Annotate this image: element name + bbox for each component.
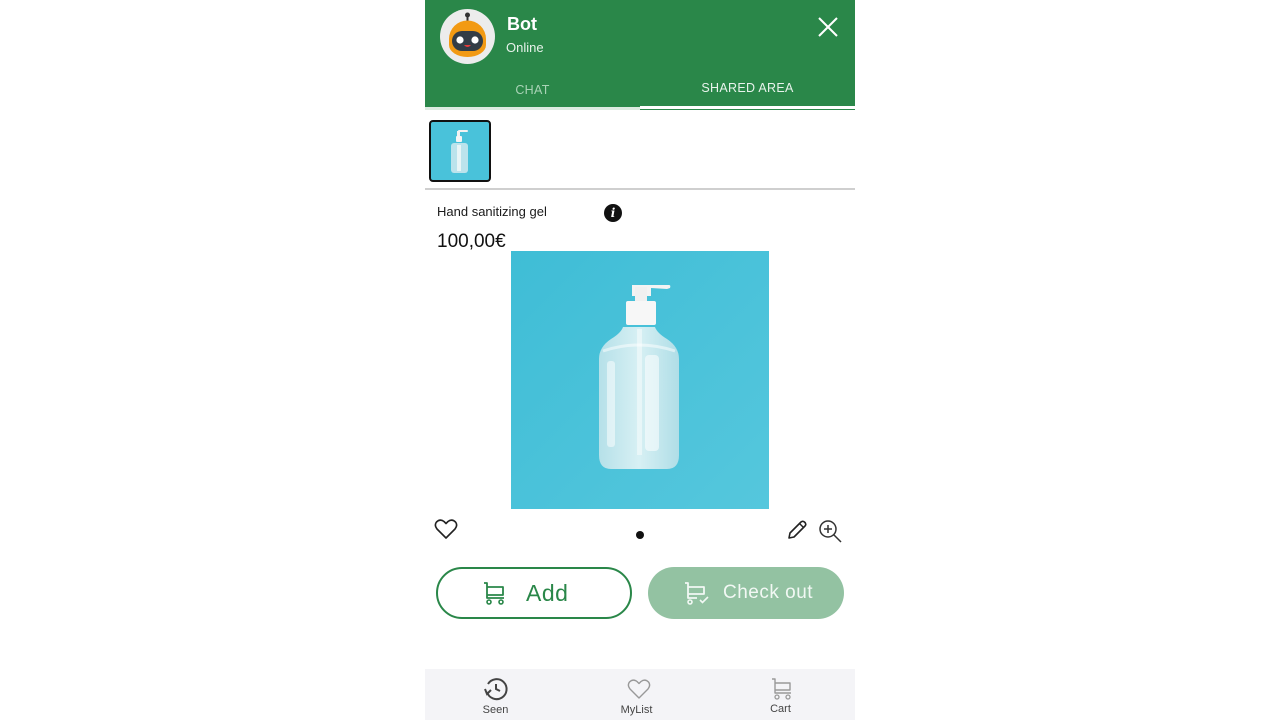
add-button-label: Add	[526, 579, 569, 606]
cart-icon	[769, 676, 795, 702]
info-icon[interactable]: i	[604, 204, 622, 222]
nav-mylist-label: MyList	[620, 704, 653, 716]
tab-chat-underline	[425, 107, 640, 110]
nav-seen-label: Seen	[482, 704, 509, 716]
heart-icon[interactable]	[433, 516, 459, 542]
bot-status: Online	[506, 40, 544, 55]
checkout-button[interactable]: Check out	[648, 567, 844, 619]
nav-cart-label: Cart	[770, 703, 791, 715]
chat-header: Bot Online CHAT SHARED AREA	[425, 0, 855, 110]
cart-check-icon	[683, 580, 711, 606]
chat-widget: Bot Online CHAT SHARED AREA Hand sanitiz…	[425, 0, 855, 720]
bottom-nav: Seen MyList Cart	[425, 669, 855, 720]
checkout-button-label: Check out	[723, 582, 814, 603]
carousel-dot[interactable]	[636, 531, 644, 539]
cart-icon	[482, 580, 508, 606]
pencil-icon[interactable]	[785, 518, 809, 542]
product-price: 100,00€	[437, 231, 506, 252]
tab-chat[interactable]: CHAT	[425, 70, 640, 110]
product-name: Hand sanitizing gel	[437, 204, 547, 219]
section-divider	[425, 188, 855, 190]
shared-item-thumbnail[interactable]	[429, 120, 491, 182]
robot-avatar-icon	[440, 9, 495, 64]
tab-shared-area-indicator	[640, 106, 855, 109]
tab-shared-area[interactable]: SHARED AREA	[640, 68, 855, 108]
nav-item-mylist[interactable]: MyList	[568, 669, 711, 720]
zoom-in-icon[interactable]	[817, 518, 843, 544]
add-to-cart-button[interactable]: Add	[436, 567, 632, 619]
product-image[interactable]	[511, 251, 769, 509]
close-icon[interactable]	[815, 14, 841, 40]
heart-icon	[626, 676, 652, 702]
nav-item-cart[interactable]: Cart	[711, 669, 854, 720]
nav-item-seen[interactable]: Seen	[425, 669, 568, 720]
bot-name: Bot	[507, 14, 537, 34]
history-icon	[483, 676, 509, 702]
